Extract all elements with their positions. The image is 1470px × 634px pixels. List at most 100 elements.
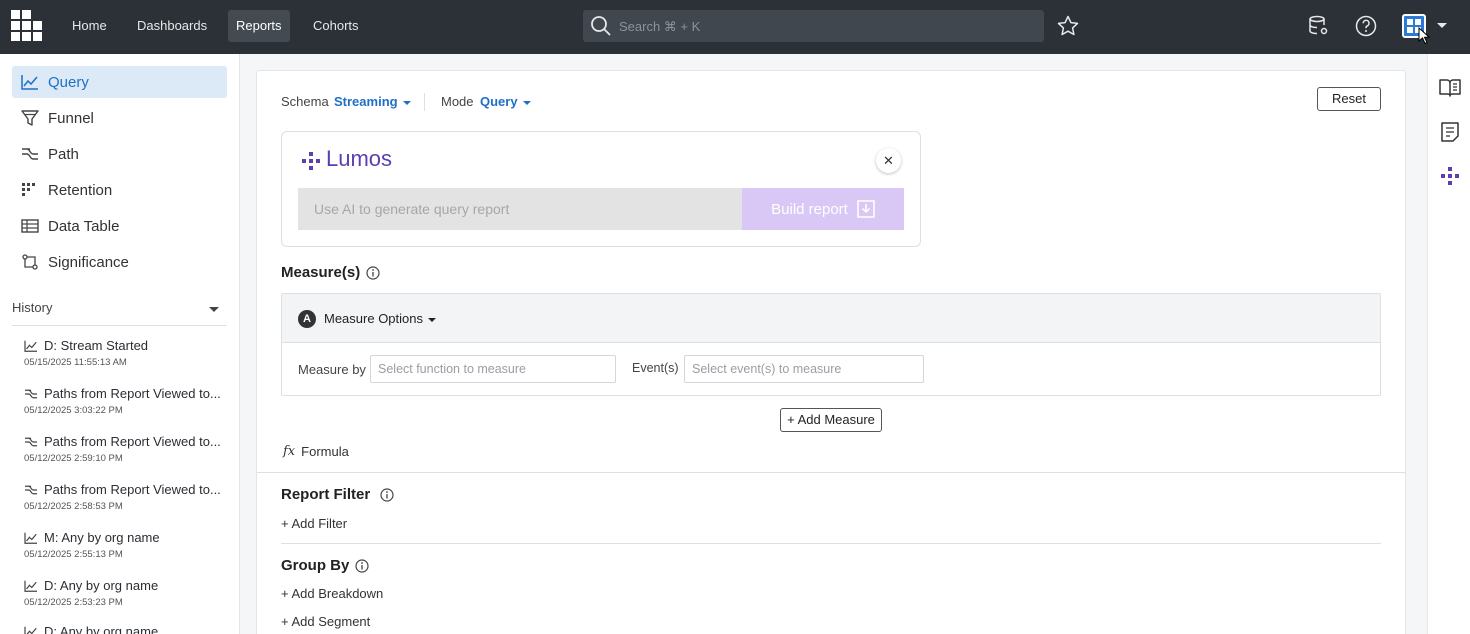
- history-item-date: 05/12/2025 2:59:10 PM: [24, 453, 123, 464]
- history-item-date: 05/12/2025 3:03:22 PM: [24, 405, 123, 416]
- history-item[interactable]: D: Any by org name 05/12/2025 2:53:23 PM: [24, 578, 224, 608]
- build-report-button[interactable]: Build report: [742, 188, 904, 230]
- schema-dropdown[interactable]: Streaming: [334, 94, 411, 109]
- book-icon[interactable]: [1438, 76, 1462, 100]
- sidebar-item-label: Query: [48, 73, 89, 91]
- history-item[interactable]: D: Stream Started 05/15/2025 11:55:13 AM: [24, 338, 224, 368]
- history-item-date: 05/12/2025 2:58:53 PM: [24, 501, 123, 512]
- top-navigation-bar: Home Dashboards Reports Cohorts: [0, 0, 1470, 54]
- report-filter-heading: Report Filter: [281, 486, 394, 503]
- close-icon[interactable]: ✕: [876, 148, 901, 173]
- history-item[interactable]: Paths from Report Viewed to... 05/12/202…: [24, 434, 224, 464]
- chevron-down-icon[interactable]: [1437, 23, 1447, 28]
- sidebar: Query Funnel Path Retention Data Table S…: [0, 54, 240, 634]
- events-label: Event(s): [632, 361, 679, 375]
- divider: [424, 93, 425, 111]
- line-chart-icon: [24, 626, 37, 634]
- add-segment-link[interactable]: + Add Segment: [281, 614, 370, 629]
- lumos-ai-panel: Lumos ✕ Build report: [281, 131, 921, 247]
- measures-heading: Measure(s): [281, 264, 380, 281]
- measures-title: Measure(s): [281, 264, 361, 281]
- info-icon[interactable]: [380, 487, 394, 502]
- sidebar-item-retention[interactable]: Retention: [12, 174, 227, 206]
- line-chart-icon: [24, 532, 37, 544]
- nav-cohorts[interactable]: Cohorts: [305, 10, 367, 42]
- add-measure-button[interactable]: + Add Measure: [780, 408, 882, 432]
- path-icon: [25, 437, 37, 446]
- divider: [281, 543, 1381, 544]
- info-icon[interactable]: [366, 265, 380, 280]
- events-select[interactable]: [684, 355, 924, 383]
- measure-by-label: Measure by: [298, 362, 366, 377]
- history-item[interactable]: D: Any by org name: [24, 624, 224, 634]
- sidebar-item-query[interactable]: Query: [12, 66, 227, 98]
- sidebar-item-label: Data Table: [48, 217, 120, 235]
- sidebar-item-path[interactable]: Path: [12, 138, 227, 170]
- table-icon: [12, 218, 48, 234]
- history-item[interactable]: Paths from Report Viewed to... 05/12/202…: [24, 386, 224, 416]
- notes-icon[interactable]: [1438, 120, 1462, 144]
- schema-label: Schema: [281, 94, 329, 109]
- history-header[interactable]: History: [12, 300, 227, 326]
- sidebar-item-funnel[interactable]: Funnel: [12, 102, 227, 134]
- add-filter-link[interactable]: + Add Filter: [281, 516, 347, 531]
- build-report-label: Build report: [771, 200, 848, 218]
- mode-dropdown[interactable]: Query: [480, 94, 531, 109]
- history-item-date: 05/12/2025 2:53:23 PM: [24, 597, 123, 608]
- history-item-title: Paths from Report Viewed to...: [44, 482, 221, 497]
- info-icon[interactable]: [355, 558, 369, 573]
- reset-button[interactable]: Reset: [1317, 87, 1381, 111]
- path-icon: [25, 389, 37, 398]
- nav-reports[interactable]: Reports: [228, 10, 290, 42]
- search-input[interactable]: [619, 10, 1029, 42]
- mouse-cursor-icon: [1418, 27, 1431, 45]
- sidebar-item-data-table[interactable]: Data Table: [12, 210, 227, 242]
- sidebar-item-label: Funnel: [48, 109, 94, 127]
- line-chart-icon: [24, 340, 37, 352]
- nav-dashboards[interactable]: Dashboards: [129, 10, 215, 42]
- formula-button[interactable]: fx Formula: [283, 444, 349, 459]
- measure-card-header: A Measure Options: [282, 294, 1380, 343]
- history-item-title: D: Any by org name: [44, 578, 159, 593]
- mode-label: Mode: [441, 94, 474, 109]
- add-breakdown-link[interactable]: + Add Breakdown: [281, 586, 383, 601]
- sidebar-item-label: Path: [48, 145, 79, 163]
- help-icon[interactable]: [1352, 12, 1380, 40]
- measure-function-select[interactable]: [370, 355, 616, 383]
- lumos-prompt-input[interactable]: [298, 188, 744, 230]
- nav-home[interactable]: Home: [64, 10, 115, 42]
- lumos-title: Lumos: [326, 146, 393, 171]
- history-item[interactable]: M: Any by org name 05/12/2025 2:55:13 PM: [24, 530, 224, 560]
- measure-card: A Measure Options Measure by Event(s): [281, 293, 1381, 396]
- history-item-title: Paths from Report Viewed to...: [44, 386, 221, 401]
- path-icon: [12, 146, 48, 162]
- sidebar-item-significance[interactable]: Significance: [12, 246, 227, 278]
- search-icon: [591, 16, 611, 36]
- group-by-title: Group By: [281, 557, 350, 574]
- line-chart-icon: [24, 580, 37, 592]
- lumos-sparkle-icon: [302, 152, 320, 170]
- formula-label: Formula: [301, 444, 349, 459]
- retention-icon: [12, 182, 48, 198]
- formula-icon: fx: [283, 444, 296, 459]
- search-box[interactable]: [583, 10, 1044, 42]
- data-settings-icon[interactable]: [1304, 12, 1332, 40]
- app-logo-icon[interactable]: [11, 10, 44, 43]
- lumos-sparkle-icon[interactable]: [1438, 164, 1462, 188]
- right-rail: [1427, 54, 1470, 634]
- favorite-star-icon[interactable]: [1054, 12, 1082, 40]
- history-item-title: D: Stream Started: [44, 338, 149, 353]
- funnel-icon: [12, 110, 48, 126]
- history-item-title: M: Any by org name: [44, 530, 160, 545]
- path-icon: [25, 485, 37, 494]
- history-label: History: [12, 300, 53, 315]
- measure-options-dropdown[interactable]: Measure Options: [324, 311, 436, 326]
- measure-letter-badge: A: [298, 310, 316, 328]
- chevron-down-icon[interactable]: [209, 307, 219, 312]
- group-by-heading: Group By: [281, 557, 369, 574]
- history-item-title: Paths from Report Viewed to...: [44, 434, 221, 449]
- report-filter-title: Report Filter: [281, 486, 371, 503]
- history-item-date: 05/12/2025 2:55:13 PM: [24, 549, 123, 560]
- sidebar-item-label: Significance: [48, 253, 129, 271]
- history-item[interactable]: Paths from Report Viewed to... 05/12/202…: [24, 482, 224, 512]
